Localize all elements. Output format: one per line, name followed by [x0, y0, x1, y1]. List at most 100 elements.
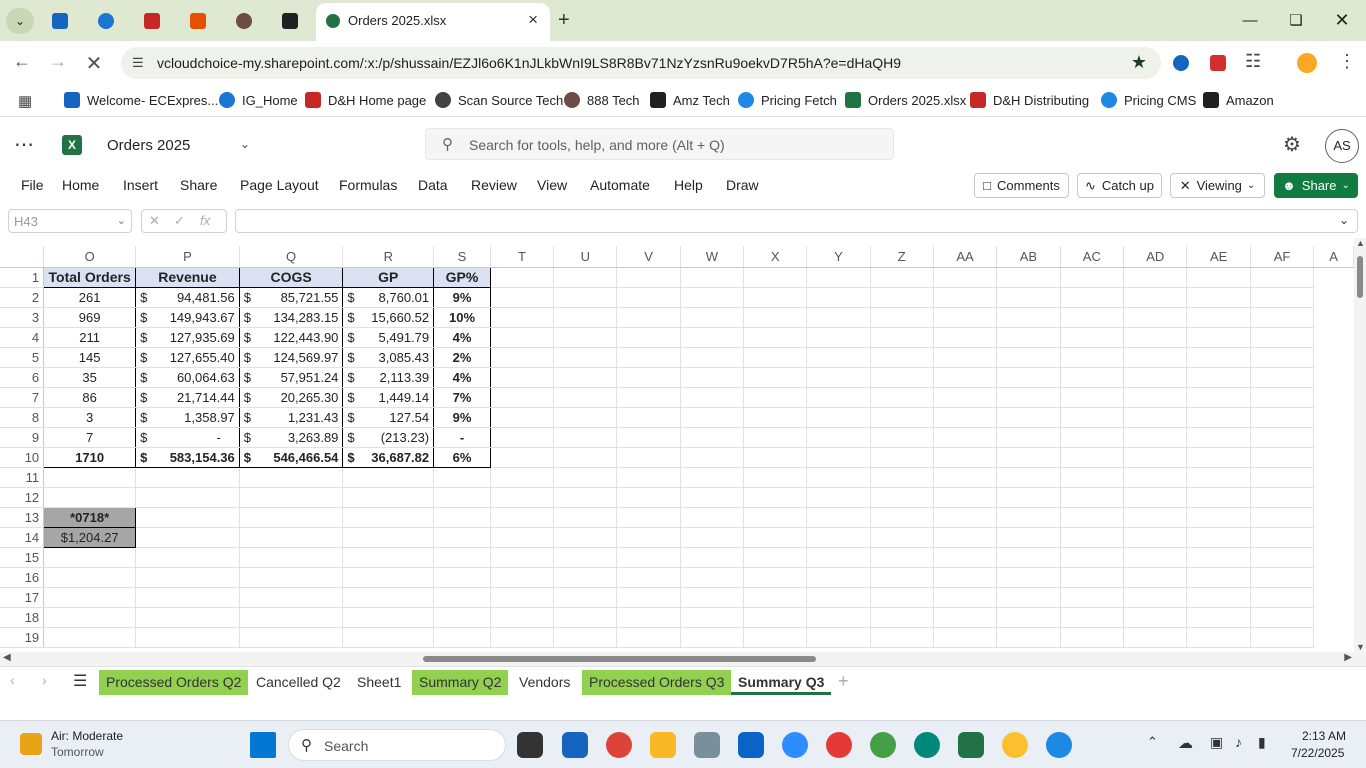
expand-chevron-icon[interactable]: ⌄	[1339, 213, 1349, 227]
cell[interactable]	[490, 327, 555, 348]
cell[interactable]	[553, 427, 618, 448]
sheet-tab[interactable]: Processed Orders Q2	[99, 670, 249, 695]
cell[interactable]	[239, 487, 344, 508]
row-header[interactable]: 3	[0, 307, 45, 328]
cell[interactable]	[616, 607, 681, 628]
sheet-tab[interactable]: Cancelled Q2	[249, 670, 348, 695]
cell[interactable]	[1123, 407, 1188, 428]
search-input[interactable]: Search for tools, help, and more (Alt + …	[469, 137, 725, 153]
vertical-scroll-thumb[interactable]	[1357, 256, 1363, 298]
prev-sheet-icon[interactable]: ‹	[10, 672, 15, 688]
cell[interactable]	[680, 447, 745, 468]
cell[interactable]	[1123, 547, 1188, 568]
cell[interactable]	[616, 627, 681, 648]
cell[interactable]	[1186, 447, 1251, 468]
cell[interactable]	[490, 427, 555, 448]
bookmark-item[interactable]: Pricing Fetch	[738, 92, 837, 108]
cell[interactable]	[680, 267, 745, 288]
cell[interactable]	[996, 567, 1061, 588]
gp-pct-cell[interactable]: 7%	[433, 387, 491, 408]
cell[interactable]	[342, 467, 435, 488]
cell[interactable]	[1123, 387, 1188, 408]
gp-cell[interactable]: $1,449.14	[342, 387, 435, 408]
cell[interactable]	[342, 507, 435, 528]
cell[interactable]	[806, 427, 871, 448]
cell[interactable]	[239, 607, 344, 628]
row-header[interactable]: 19	[0, 627, 45, 648]
column-header[interactable]: A	[1313, 246, 1354, 268]
cell[interactable]	[806, 567, 871, 588]
cell[interactable]	[1250, 567, 1315, 588]
cell[interactable]	[135, 607, 240, 628]
select-all-corner[interactable]	[0, 246, 45, 268]
cell[interactable]	[553, 567, 618, 588]
close-icon[interactable]: ×	[528, 10, 538, 30]
revenue-cell[interactable]: $60,064.63	[135, 367, 240, 388]
clock-time[interactable]: 2:13 AM	[1302, 729, 1346, 743]
cell[interactable]	[43, 627, 137, 648]
check-icon[interactable]: ✓	[174, 213, 185, 229]
cell[interactable]	[1186, 327, 1251, 348]
gp-cell[interactable]: $3,085.43	[342, 347, 435, 368]
cell[interactable]	[490, 267, 555, 288]
chrome-profile-icon[interactable]	[870, 732, 896, 758]
cell[interactable]	[1123, 347, 1188, 368]
column-header[interactable]: AB	[996, 246, 1061, 268]
cell[interactable]	[1060, 587, 1125, 608]
cell[interactable]	[616, 287, 681, 308]
cell[interactable]	[1250, 627, 1315, 648]
cell[interactable]	[1060, 447, 1125, 468]
cell[interactable]	[933, 467, 998, 488]
header-cell[interactable]: GP%	[433, 266, 491, 288]
cell[interactable]	[933, 347, 998, 368]
cell[interactable]	[135, 507, 240, 528]
cell[interactable]	[342, 627, 435, 648]
taskbar-search[interactable]: ⚲ Search	[288, 729, 506, 761]
row-header[interactable]: 10	[0, 447, 45, 468]
gp-cell[interactable]: $5,491.79	[342, 327, 435, 348]
excel-icon[interactable]	[958, 732, 984, 758]
cell[interactable]	[806, 587, 871, 608]
cell[interactable]	[996, 267, 1061, 288]
row-header[interactable]: 13	[0, 507, 45, 528]
cell[interactable]	[933, 527, 998, 548]
cell[interactable]	[933, 547, 998, 568]
cell[interactable]	[1060, 607, 1125, 628]
tab-automate[interactable]: Automate	[590, 177, 650, 193]
cell[interactable]	[870, 547, 934, 568]
cell[interactable]	[870, 567, 934, 588]
cell[interactable]	[490, 547, 555, 568]
cell[interactable]	[616, 587, 681, 608]
cell[interactable]	[1250, 327, 1315, 348]
column-header[interactable]: W	[680, 246, 745, 268]
cell[interactable]	[490, 567, 555, 588]
cell[interactable]	[1123, 527, 1188, 548]
cell[interactable]	[743, 287, 808, 308]
cell[interactable]	[239, 587, 344, 608]
cell[interactable]	[1186, 347, 1251, 368]
cell[interactable]	[933, 407, 998, 428]
back-arrow-icon[interactable]: ←	[10, 51, 34, 72]
header-cell[interactable]: Total Orders	[43, 266, 137, 288]
column-header[interactable]: S	[433, 246, 491, 268]
cell[interactable]	[806, 547, 871, 568]
cell[interactable]	[1186, 507, 1251, 528]
scroll-down-icon[interactable]: ▼	[1356, 642, 1365, 652]
cell[interactable]	[43, 467, 137, 488]
cell[interactable]	[1123, 427, 1188, 448]
row-header[interactable]: 5	[0, 347, 45, 368]
sheet-tab-active[interactable]: Summary Q3	[731, 670, 832, 695]
cell[interactable]	[239, 527, 344, 548]
cell[interactable]	[806, 307, 871, 328]
cell[interactable]	[680, 567, 745, 588]
cell[interactable]	[933, 607, 998, 628]
pinned-tab-s[interactable]	[184, 8, 212, 34]
cell[interactable]	[1060, 287, 1125, 308]
cell[interactable]	[1186, 587, 1251, 608]
row-header[interactable]: 15	[0, 547, 45, 568]
cogs-cell[interactable]: $1,231.43	[238, 407, 344, 428]
cell[interactable]	[1250, 447, 1315, 468]
cell[interactable]	[933, 587, 998, 608]
cell[interactable]	[135, 467, 240, 488]
gp-cell[interactable]: $ (213.23)	[342, 427, 435, 448]
